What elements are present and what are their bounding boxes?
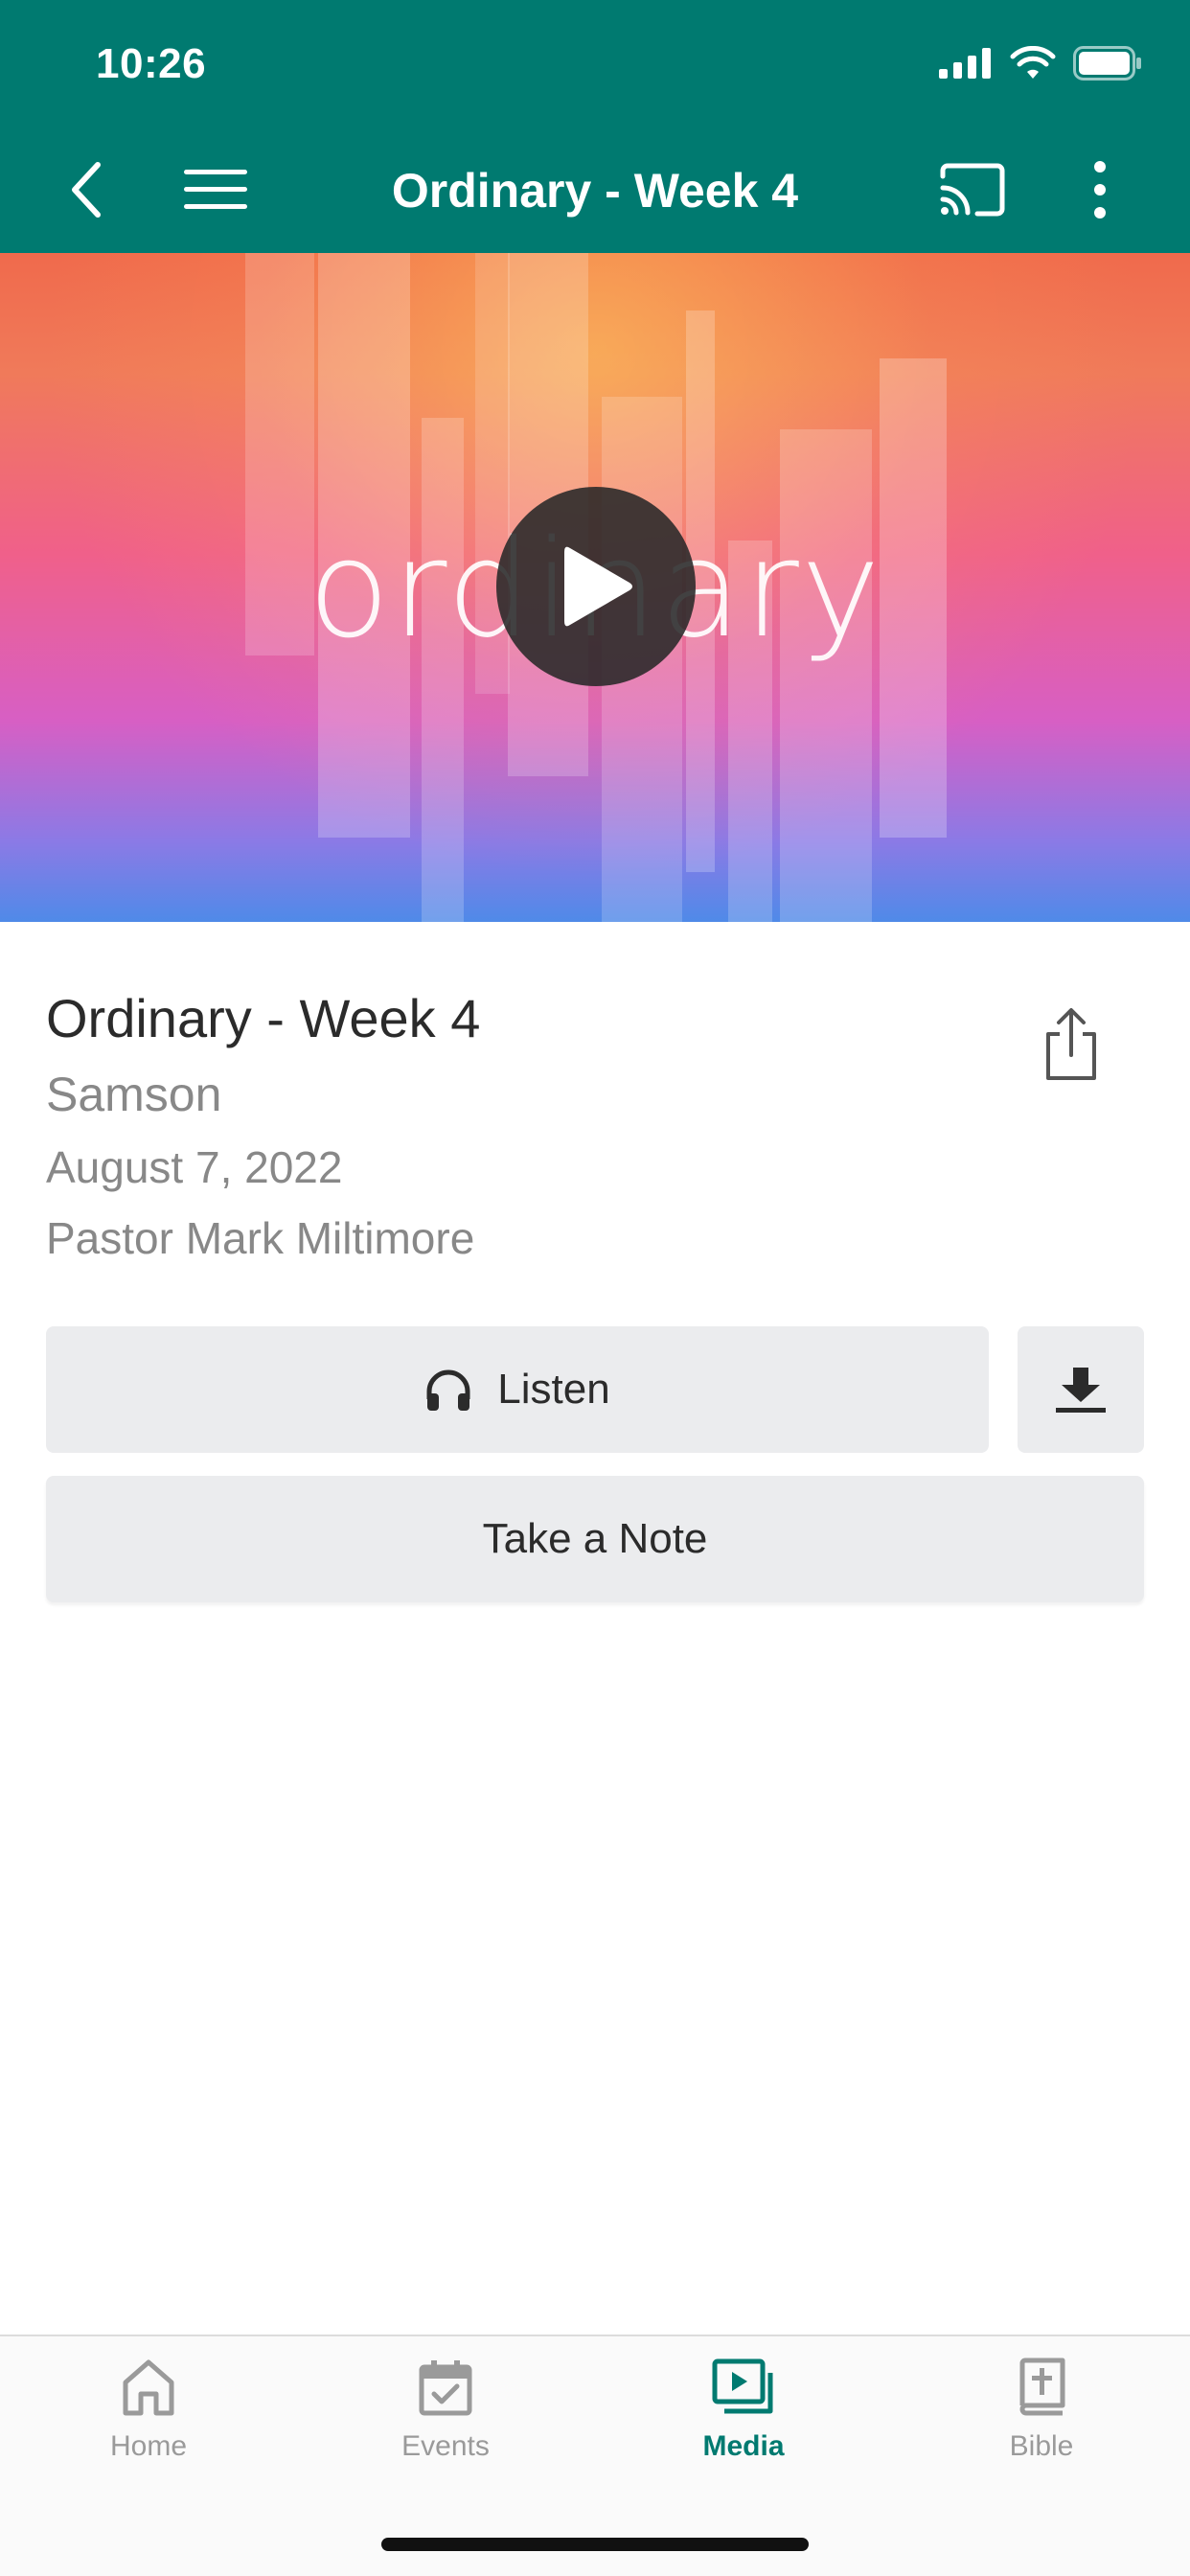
nav-bar: Ordinary - Week 4 bbox=[0, 144, 1190, 236]
cast-button[interactable] bbox=[937, 144, 1008, 236]
video-thumbnail[interactable]: ordinary bbox=[0, 253, 1190, 922]
sermon-details: Ordinary - Week 4 Samson August 7, 2022 … bbox=[46, 987, 1100, 1264]
tab-media-label: Media bbox=[702, 2430, 785, 2462]
media-icon bbox=[712, 2358, 773, 2414]
calendar-icon bbox=[419, 2360, 472, 2416]
download-icon bbox=[1056, 1368, 1106, 1413]
home-icon bbox=[123, 2359, 174, 2416]
tab-events[interactable]: Events bbox=[331, 2358, 561, 2492]
headphones-icon bbox=[426, 1369, 470, 1411]
play-button[interactable] bbox=[496, 487, 696, 686]
tab-media[interactable]: Media bbox=[629, 2358, 858, 2492]
sermon-title: Ordinary - Week 4 bbox=[46, 988, 481, 1048]
tab-home[interactable]: Home bbox=[34, 2358, 263, 2492]
home-indicator bbox=[381, 2538, 809, 2551]
battery-icon bbox=[1073, 46, 1141, 80]
more-options-button[interactable] bbox=[1073, 144, 1127, 236]
sermon-subtitle: Samson bbox=[46, 1068, 222, 1121]
bible-icon bbox=[1019, 2358, 1065, 2416]
share-icon bbox=[1046, 1008, 1096, 1080]
share-button[interactable] bbox=[1033, 999, 1110, 1091]
sermon-speaker: Pastor Mark Miltimore bbox=[46, 1213, 475, 1263]
signal-icon bbox=[939, 48, 991, 79]
take-note-button[interactable]: Take a Note bbox=[46, 1476, 1144, 1602]
take-note-label: Take a Note bbox=[482, 1515, 708, 1562]
page-title: Ordinary - Week 4 bbox=[391, 164, 799, 218]
tab-bible[interactable]: Bible bbox=[927, 2358, 1156, 2492]
cast-icon bbox=[940, 163, 1005, 217]
listen-button[interactable]: Listen bbox=[46, 1326, 989, 1453]
tab-bible-label: Bible bbox=[1009, 2430, 1074, 2462]
status-icons bbox=[939, 46, 1142, 80]
tab-home-label: Home bbox=[109, 2430, 188, 2462]
download-button[interactable] bbox=[1018, 1326, 1144, 1453]
listen-button-label: Listen bbox=[497, 1366, 610, 1413]
wifi-icon bbox=[1010, 46, 1056, 79]
more-vertical-icon bbox=[1094, 161, 1106, 218]
tab-events-label: Events bbox=[401, 2430, 490, 2462]
status-time: 10:26 bbox=[96, 40, 207, 87]
app-header: 10:26 Ordinary - Week 4 bbox=[0, 0, 1190, 253]
play-icon bbox=[564, 546, 632, 627]
sermon-date: August 7, 2022 bbox=[46, 1142, 343, 1192]
